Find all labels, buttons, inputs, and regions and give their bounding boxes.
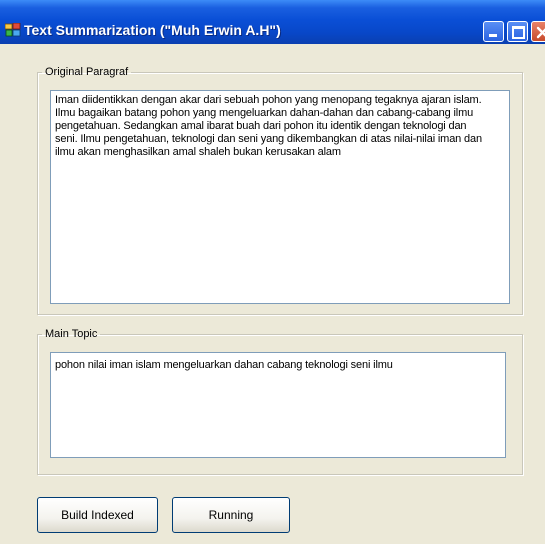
app-window: Text Summarization ("Muh Erwin A.H") Ori…	[0, 0, 545, 544]
maximize-button[interactable]	[507, 21, 528, 42]
original-paragraph-textarea[interactable]: Iman diidentikkan dengan akar dari sebua…	[50, 90, 510, 304]
window-title: Text Summarization ("Muh Erwin A.H")	[24, 22, 281, 38]
main-topic-textarea[interactable]: pohon nilai iman islam mengeluarkan daha…	[50, 352, 506, 458]
title-bar[interactable]: Text Summarization ("Muh Erwin A.H")	[0, 0, 545, 44]
app-icon	[5, 23, 21, 37]
close-icon	[536, 26, 545, 39]
close-button[interactable]	[531, 21, 545, 42]
build-indexed-button[interactable]: Build Indexed	[37, 497, 158, 533]
original-paragraph-label: Original Paragraf	[45, 66, 129, 78]
main-topic-label: Main Topic	[45, 328, 98, 340]
running-button[interactable]: Running	[172, 497, 290, 533]
minimize-button[interactable]	[483, 21, 504, 42]
